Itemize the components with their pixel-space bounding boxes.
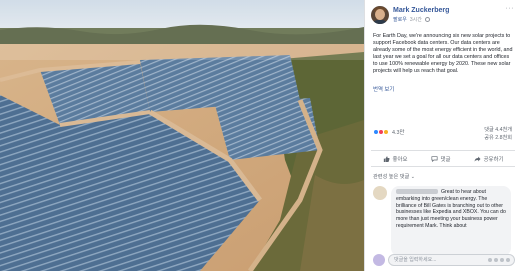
- comment-bubble: Great to hear about embarking into green…: [391, 186, 511, 256]
- post-timestamp[interactable]: 3시간: [410, 16, 422, 23]
- comment-item: Great to hear about embarking into green…: [373, 186, 515, 256]
- reaction-summary[interactable]: 4.3만: [373, 128, 404, 136]
- comment-sort-dropdown[interactable]: 관련성 높은 댓글 ⌄: [373, 173, 415, 180]
- share-label: 공유하기: [483, 156, 504, 163]
- solar-farm-photo: [0, 0, 364, 271]
- globe-icon: [424, 17, 430, 22]
- follow-link[interactable]: 팔로우: [393, 16, 407, 23]
- emoji-icon[interactable]: [488, 258, 510, 262]
- see-translation-link[interactable]: 번역 보기: [373, 85, 394, 93]
- commenter-avatar[interactable]: [373, 186, 387, 200]
- comment-composer: 댓글을 입력하세요...: [373, 254, 515, 266]
- like-label: 좋아요: [392, 156, 408, 163]
- engagement-counts: 댓글 4.4천개 공유 2.8천회: [484, 127, 512, 142]
- reaction-count: 4.3만: [392, 130, 405, 136]
- commenter-name-redacted: [396, 189, 438, 195]
- share-icon: [474, 156, 481, 162]
- wow-reaction-icon: [383, 129, 389, 135]
- current-user-avatar: [373, 254, 385, 266]
- comment-text: Great to hear about embarking into green…: [396, 189, 506, 229]
- share-count[interactable]: 공유 2.8천회: [484, 135, 512, 143]
- post-text: For Earth Day, we're announcing six new …: [373, 33, 513, 75]
- share-button[interactable]: 공유하기: [474, 155, 504, 163]
- comment-label: 댓글: [440, 156, 451, 163]
- post-author: Mark Zuckerberg 팔로우 3시간: [371, 6, 449, 24]
- like-icon: [383, 155, 390, 162]
- like-button[interactable]: 좋아요: [383, 155, 408, 163]
- author-name[interactable]: Mark Zuckerberg: [393, 6, 449, 15]
- comment-input[interactable]: 댓글을 입력하세요...: [388, 254, 515, 266]
- comment-button[interactable]: 댓글: [431, 155, 451, 163]
- more-icon[interactable]: ···: [506, 5, 515, 12]
- comment-input-placeholder: 댓글을 입력하세요...: [394, 257, 437, 263]
- action-bar: 좋아요 댓글 공유하기: [371, 150, 515, 167]
- author-avatar[interactable]: [371, 6, 389, 24]
- post-photo[interactable]: [0, 0, 364, 271]
- post-side-panel: Mark Zuckerberg 팔로우 3시간 ··· For Earth Da…: [364, 0, 520, 271]
- comment-icon: [431, 155, 438, 162]
- comment-count[interactable]: 댓글 4.4천개: [484, 127, 512, 135]
